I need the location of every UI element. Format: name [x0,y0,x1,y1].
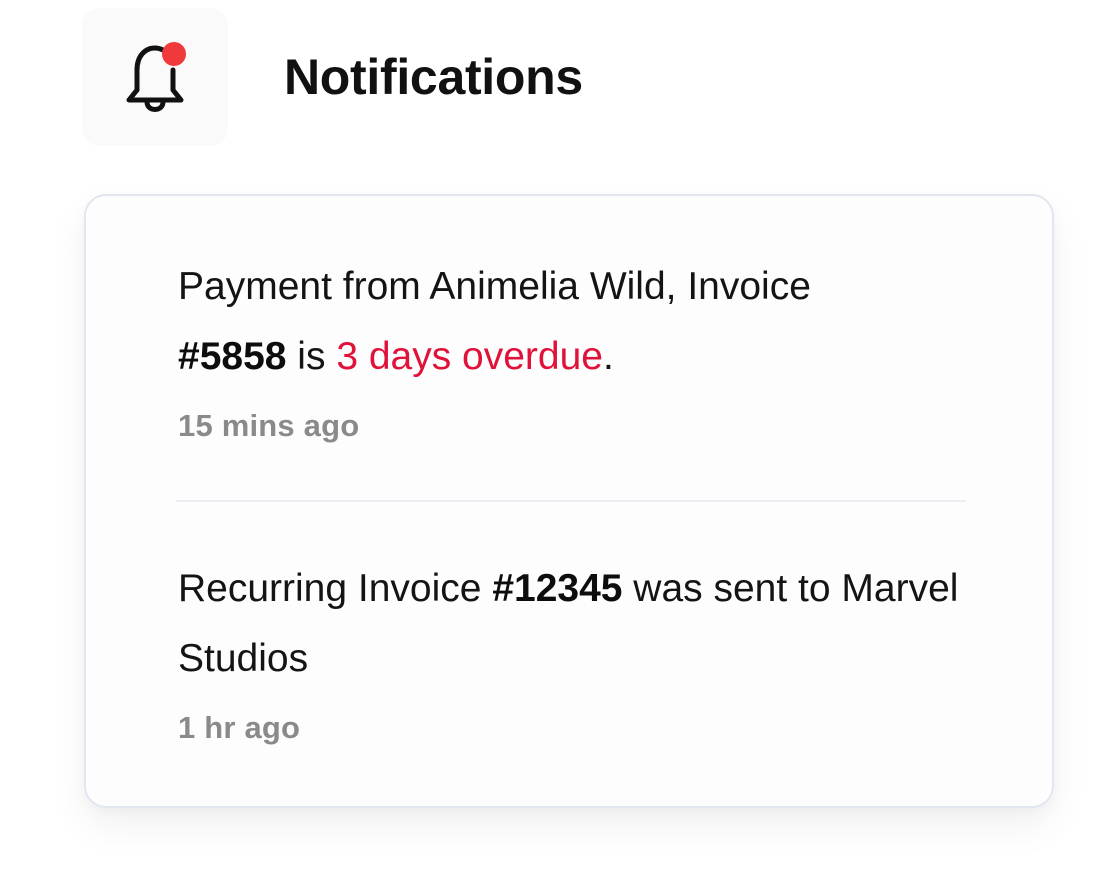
notifications-card: Payment from Animelia Wild, Invoice #5858… [84,194,1054,808]
overdue-status: 3 days overdue [336,335,603,378]
notification-item[interactable]: Recurring Invoice #12345 was sent to Mar… [178,554,978,746]
notifications-bell-button[interactable] [82,8,228,146]
message-text: Payment from Animelia Wild, Invoice [178,265,811,308]
notifications-panel: Notifications Payment from Animelia Wild… [0,0,1102,894]
invoice-number: #12345 [492,567,623,610]
divider [176,500,966,502]
unread-dot [162,42,186,66]
notification-message: Payment from Animelia Wild, Invoice #5858… [178,252,978,392]
notifications-header: Notifications [82,8,583,146]
message-text: . [603,335,614,378]
notification-message: Recurring Invoice #12345 was sent to Mar… [178,554,978,694]
notification-item[interactable]: Payment from Animelia Wild, Invoice #5858… [178,252,978,444]
invoice-number: #5858 [178,335,287,378]
notification-timestamp: 15 mins ago [178,408,360,443]
message-text: Recurring Invoice [178,567,482,610]
page-title: Notifications [284,49,583,105]
notification-timestamp: 1 hr ago [178,710,301,745]
message-text: is [297,335,326,378]
